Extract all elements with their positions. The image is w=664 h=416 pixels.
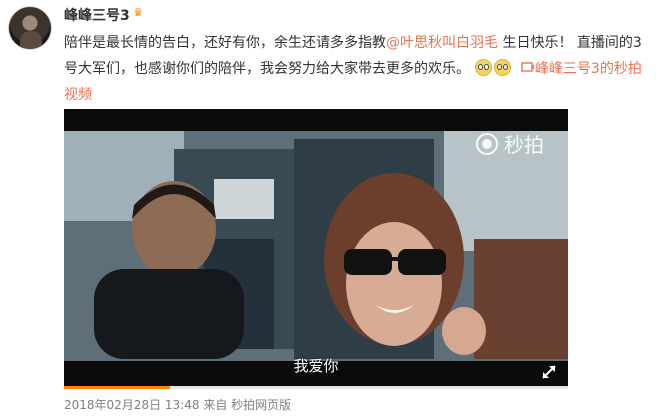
- post-text-part1: 陪伴是最长情的告白，还好有你，余生还请多多指教: [64, 35, 386, 51]
- expand-icon[interactable]: [540, 363, 558, 381]
- avatar[interactable]: [8, 6, 52, 50]
- watermark-text: 秒拍: [504, 133, 544, 157]
- post-source[interactable]: 秒拍网页版: [231, 398, 291, 412]
- username[interactable]: 峰峰三号3: [64, 5, 130, 25]
- post-timestamp[interactable]: 2018年02月28日 13:48: [64, 398, 199, 412]
- video-player[interactable]: 秒拍 我爱你: [64, 109, 568, 387]
- video-link-icon[interactable]: [521, 56, 535, 82]
- avatar-figure: [20, 31, 42, 49]
- miaopai-watermark: 秒拍: [476, 129, 544, 158]
- onlooker-emoji-icon: [494, 59, 512, 76]
- onlooker-emoji-icon: [475, 59, 493, 76]
- source-prefix: 来自: [203, 398, 228, 412]
- video-progress-fill: [64, 386, 170, 389]
- video-subtitle: 我爱你: [293, 357, 339, 375]
- crown-icon: ♛: [133, 6, 143, 19]
- post-text: 陪伴是最长情的告白，还好有你，余生还请多多指教@叶思秋叫白羽毛 生日快乐！ 直播…: [64, 30, 654, 108]
- video-progress-bar[interactable]: [64, 386, 568, 389]
- camera-icon: [476, 132, 498, 155]
- mention-link[interactable]: @叶思秋叫白羽毛: [386, 35, 498, 51]
- post-meta: 2018年02月28日 13:48 来自 秒拍网页版: [64, 396, 291, 413]
